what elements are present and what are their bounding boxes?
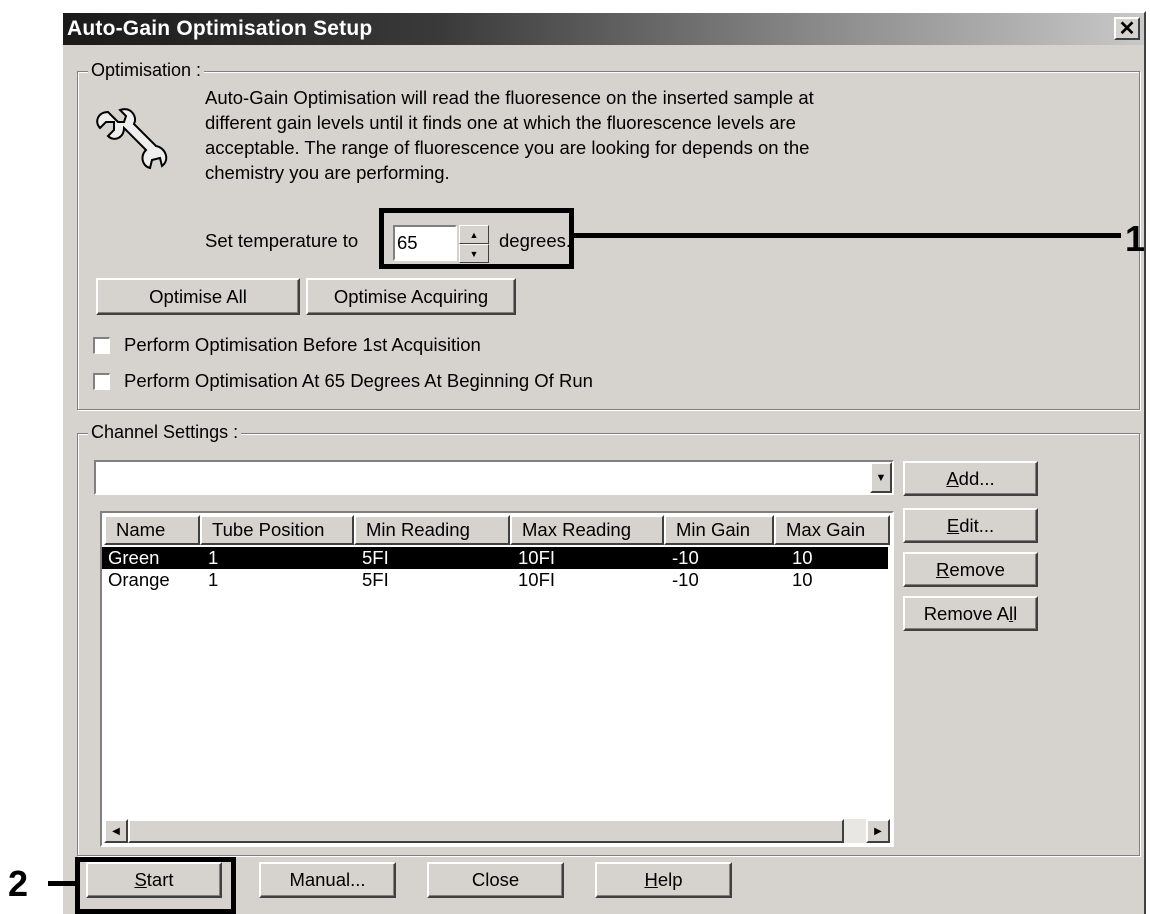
- scroll-right-icon[interactable]: ▶: [866, 819, 890, 843]
- close-window-button[interactable]: ✕: [1114, 17, 1140, 40]
- cell-min-reading: 5FI: [362, 569, 389, 590]
- cell-name: Orange: [108, 569, 170, 590]
- optimisation-description: Auto-Gain Optimisation will read the flu…: [205, 85, 814, 185]
- optimise-acquiring-button[interactable]: Optimise Acquiring: [306, 278, 516, 315]
- cell-name: Green: [108, 547, 160, 568]
- manual-button[interactable]: Manual...: [259, 862, 396, 898]
- before-acquisition-checkbox[interactable]: [93, 336, 110, 354]
- callout-box-temperature: [379, 208, 574, 269]
- channel-settings-group: Channel Settings : ▼ Add... Edit... Remo…: [77, 422, 1140, 856]
- optimisation-group-label: Optimisation :: [88, 60, 205, 81]
- cell-tube-position: 1: [208, 569, 219, 590]
- at-65-degrees-checkbox[interactable]: [93, 372, 110, 390]
- manual-button-label: Manual...: [289, 869, 366, 890]
- callout-line-2: [48, 881, 75, 886]
- cell-min-gain: -10: [672, 569, 699, 590]
- help-button-label: Help: [644, 869, 683, 890]
- optimise-acquiring-label: Optimise Acquiring: [333, 285, 489, 307]
- cell-max-gain: 10: [792, 569, 813, 590]
- column-header-min-gain[interactable]: Min Gain: [664, 515, 774, 545]
- wrench-icon: [96, 108, 168, 170]
- checkbox-row-65-degrees[interactable]: Perform Optimisation At 65 Degrees At Be…: [93, 370, 593, 392]
- description-line: acceptable. The range of fluorescence yo…: [205, 137, 810, 158]
- edit-button-label: Edit...: [946, 514, 995, 536]
- temperature-label: Set temperature to: [205, 230, 359, 251]
- column-header-tube-position[interactable]: Tube Position: [200, 515, 354, 545]
- remove-button-label: Remove: [936, 558, 1005, 580]
- channel-dropdown[interactable]: ▼: [94, 460, 894, 495]
- optimise-all-button[interactable]: Optimise All: [96, 278, 300, 315]
- column-header-min-reading[interactable]: Min Reading: [354, 515, 510, 545]
- cell-max-reading: 10FI: [518, 547, 556, 568]
- dialog-title: Auto-Gain Optimisation Setup: [67, 17, 373, 40]
- chevron-down-icon[interactable]: ▼: [870, 462, 892, 493]
- description-line: different gain levels until it finds one…: [205, 112, 796, 133]
- column-header-name[interactable]: Name: [104, 515, 200, 545]
- optimisation-group: Optimisation : Auto-Gain Optimisation wi…: [77, 60, 1140, 410]
- optimise-all-label: Optimise All: [149, 285, 247, 307]
- channel-list[interactable]: Name Tube Position Min Reading Max Readi…: [100, 511, 894, 847]
- remove-all-button[interactable]: Remove All: [903, 596, 1038, 631]
- table-row[interactable]: Green 1 5FI 10FI -10 10: [102, 547, 888, 569]
- remove-all-button-label: Remove All: [923, 602, 1018, 624]
- scroll-thumb[interactable]: [128, 819, 844, 843]
- cell-min-gain: -10: [672, 547, 699, 568]
- title-bar: Auto-Gain Optimisation Setup ✕: [63, 13, 1144, 45]
- edit-button[interactable]: Edit...: [903, 508, 1038, 543]
- horizontal-scrollbar[interactable]: ◀ ▶: [104, 819, 890, 843]
- close-button[interactable]: Close: [427, 862, 564, 898]
- at-65-degrees-label: Perform Optimisation At 65 Degrees At Be…: [124, 370, 593, 391]
- cell-min-reading: 5FI: [362, 547, 389, 568]
- callout-number-2: 2: [8, 863, 29, 904]
- cell-max-reading: 10FI: [518, 569, 556, 590]
- channel-settings-group-label: Channel Settings :: [88, 422, 242, 443]
- help-button[interactable]: Help: [595, 862, 732, 898]
- auto-gain-dialog: Auto-Gain Optimisation Setup ✕ Optimisat…: [61, 11, 1146, 914]
- column-header-max-gain[interactable]: Max Gain: [774, 515, 890, 545]
- cell-tube-position: 1: [208, 547, 219, 568]
- remove-button[interactable]: Remove: [903, 552, 1038, 587]
- callout-box-start: [75, 857, 236, 914]
- add-button[interactable]: Add...: [903, 461, 1038, 496]
- callout-number-1: 1: [1125, 218, 1146, 259]
- description-line: Auto-Gain Optimisation will read the flu…: [205, 87, 814, 108]
- column-header-max-reading[interactable]: Max Reading: [510, 515, 664, 545]
- callout-line-1: [574, 233, 1121, 238]
- checkbox-row-before-acquisition[interactable]: Perform Optimisation Before 1st Acquisit…: [93, 334, 481, 356]
- table-row[interactable]: Orange 1 5FI 10FI -10 10: [102, 569, 888, 591]
- close-icon: ✕: [1118, 17, 1136, 40]
- before-acquisition-label: Perform Optimisation Before 1st Acquisit…: [124, 334, 481, 355]
- close-button-label: Close: [471, 869, 520, 890]
- description-line: chemistry you are performing.: [205, 162, 450, 183]
- add-button-label: Add...: [946, 467, 995, 489]
- channel-list-header: Name Tube Position Min Reading Max Readi…: [104, 515, 890, 545]
- cell-max-gain: 10: [792, 547, 813, 568]
- scroll-left-icon[interactable]: ◀: [104, 819, 128, 843]
